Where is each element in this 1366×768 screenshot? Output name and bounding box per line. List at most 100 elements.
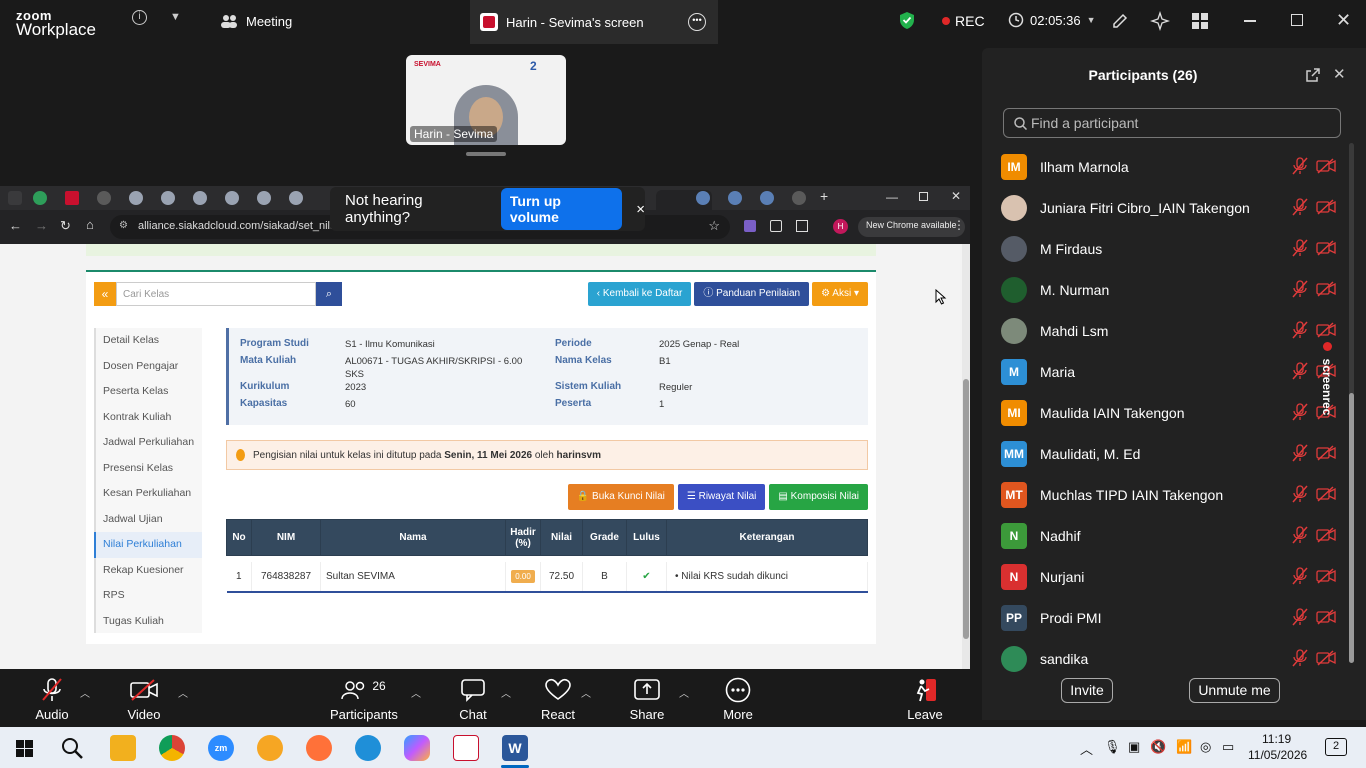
thumbnail-drag-handle[interactable] — [466, 152, 506, 156]
tab-favicon[interactable] — [97, 191, 111, 205]
video-options-caret-icon[interactable]: ︿ — [178, 685, 188, 700]
back-to-list-button[interactable]: ‹ Kembali ke Daftar — [587, 282, 692, 306]
menu-item-presensi-kelas[interactable]: Presensi Kelas — [96, 456, 202, 482]
edge-icon[interactable] — [355, 735, 381, 761]
menu-item-jadwal-perkuliahan[interactable]: Jadwal Perkuliahan — [96, 430, 202, 456]
tab-favicon[interactable] — [792, 191, 806, 205]
video-off-icon[interactable] — [1316, 650, 1336, 666]
close-panel-icon[interactable]: ✕ — [1333, 65, 1346, 83]
video-off-icon[interactable] — [1316, 199, 1336, 215]
react-button[interactable]: React — [537, 677, 579, 722]
tab-favicon[interactable] — [696, 191, 710, 205]
chat-options-caret-icon[interactable]: ︿ — [501, 685, 511, 700]
mic-muted-icon[interactable] — [1292, 321, 1308, 339]
tab-favicon[interactable] — [289, 191, 303, 205]
participant-row[interactable]: M Maria — [982, 351, 1362, 392]
meeting-timer[interactable]: 02:05:36 ▼ — [1008, 12, 1096, 28]
ai-companion-icon[interactable] — [1150, 11, 1170, 31]
info-icon[interactable]: i — [132, 10, 147, 25]
tray-chevron-icon[interactable]: ︿ — [1080, 739, 1093, 758]
minimize-icon[interactable] — [1244, 20, 1256, 22]
menu-item-jadwal-ujian[interactable]: Jadwal Ujian — [96, 507, 202, 533]
class-search-input[interactable]: Cari Kelas — [116, 282, 316, 306]
participant-row[interactable]: M. Nurman — [982, 269, 1362, 310]
chevron-down-icon[interactable]: ▼ — [170, 11, 181, 23]
page-scrollbar-thumb[interactable] — [963, 379, 969, 639]
turn-up-volume-button[interactable]: Turn up volume — [500, 188, 623, 230]
mic-muted-icon[interactable] — [1292, 526, 1308, 544]
bookmark-star-icon[interactable]: ☆ — [708, 218, 720, 234]
more-options-icon[interactable]: ••• — [688, 13, 706, 31]
video-off-icon[interactable] — [1316, 527, 1336, 543]
search-icon[interactable] — [61, 737, 83, 759]
mic-muted-icon[interactable] — [1292, 157, 1308, 175]
back-icon[interactable]: ← — [9, 218, 22, 233]
menu-item-nilai-perkuliahan[interactable]: Nilai Perkuliahan — [94, 532, 202, 558]
restore-icon[interactable] — [1291, 14, 1303, 26]
participant-scrollbar-thumb[interactable] — [1349, 393, 1354, 663]
video-off-icon[interactable] — [1316, 445, 1336, 461]
participant-row[interactable]: MM Maulidati, M. Ed — [982, 433, 1362, 474]
tab-favicon[interactable] — [193, 191, 207, 205]
toast-close-icon[interactable]: × — [636, 201, 645, 218]
mic-muted-icon[interactable] — [1292, 567, 1308, 585]
video-off-icon[interactable] — [1316, 281, 1336, 297]
react-options-caret-icon[interactable]: ︿ — [581, 685, 591, 700]
participant-row[interactable]: N Nurjani — [982, 556, 1362, 597]
zoom-app-icon[interactable]: zm — [208, 735, 234, 761]
site-info-icon[interactable]: ⚙ — [119, 220, 128, 231]
menu-item-kesan-perkuliahan[interactable]: Kesan Perkuliahan — [96, 481, 202, 507]
word-icon[interactable]: W — [502, 735, 528, 761]
page-scrollbar[interactable] — [962, 244, 970, 669]
notification-center-icon[interactable]: 2 — [1325, 738, 1347, 756]
search-icon[interactable]: ⌕ — [316, 282, 342, 306]
tab-favicon[interactable] — [728, 191, 742, 205]
audio-button[interactable]: Audio — [30, 677, 74, 722]
tab-favicon[interactable] — [760, 191, 774, 205]
wifi-icon[interactable]: 📶 — [1176, 739, 1192, 755]
home-icon[interactable]: ⌂ — [86, 217, 94, 232]
volume-muted-icon[interactable]: 🔇 — [1150, 739, 1166, 755]
action-dropdown-button[interactable]: ⚙ Aksi ▾ — [812, 282, 868, 306]
participant-row[interactable]: N Nadhif — [982, 515, 1362, 556]
participant-row[interactable]: PP Prodi PMI — [982, 597, 1362, 638]
extension-icon[interactable] — [770, 220, 782, 232]
share-button[interactable]: Share — [628, 677, 666, 722]
grade-history-button[interactable]: ☰ Riwayat Nilai — [677, 484, 766, 510]
menu-item-detail-kelas[interactable]: Detail Kelas — [96, 328, 202, 354]
unmute-me-button[interactable]: Unmute me — [1189, 678, 1280, 703]
video-off-icon[interactable] — [1316, 486, 1336, 502]
document-app-icon[interactable] — [453, 735, 479, 761]
menu-item-dosen-pengajar[interactable]: Dosen Pengajar — [96, 354, 202, 380]
chat-button[interactable]: Chat — [455, 677, 491, 722]
recording-indicator[interactable]: REC — [942, 13, 985, 29]
video-off-icon[interactable] — [1316, 322, 1336, 338]
participants-button[interactable]: 26 Participants — [330, 677, 398, 722]
close-icon[interactable]: ✕ — [951, 189, 961, 203]
tab-menu-icon[interactable] — [8, 191, 22, 205]
participant-row[interactable]: MI Maulida IAIN Takengon — [982, 392, 1362, 433]
leave-button[interactable]: Leave — [906, 677, 944, 722]
menu-item-kontrak-kuliah[interactable]: Kontrak Kuliah — [96, 405, 202, 431]
tab-favicon[interactable] — [161, 191, 175, 205]
mic-muted-icon[interactable] — [1292, 608, 1308, 626]
participant-row[interactable]: sandika — [982, 638, 1362, 679]
meeting-button[interactable]: Meeting — [220, 13, 292, 29]
screenrec-widget[interactable]: screenrec — [1317, 342, 1337, 426]
pop-out-icon[interactable] — [1306, 68, 1320, 82]
app-icon[interactable] — [257, 735, 283, 761]
restore-icon[interactable] — [919, 192, 928, 201]
participant-row[interactable]: IM Ilham Marnola — [982, 146, 1362, 187]
video-button[interactable]: Video — [122, 677, 166, 722]
share-options-caret-icon[interactable]: ︿ — [679, 685, 689, 700]
more-button[interactable]: More — [720, 677, 756, 722]
participant-row[interactable]: Mahdi Lsm — [982, 310, 1362, 351]
clock-time[interactable]: 11:19 — [1262, 732, 1291, 746]
minimize-icon[interactable]: — — [886, 190, 898, 204]
tab-favicon[interactable] — [257, 191, 271, 205]
speaker-thumbnail[interactable]: SEVIMA 2 Harin - Sevima — [406, 55, 566, 145]
menu-item-rekap-kuesioner[interactable]: Rekap Kuesioner — [96, 558, 202, 584]
chrome-icon[interactable] — [159, 735, 185, 761]
annotate-pen-icon[interactable] — [1110, 11, 1130, 31]
tab-favicon[interactable] — [65, 191, 79, 205]
